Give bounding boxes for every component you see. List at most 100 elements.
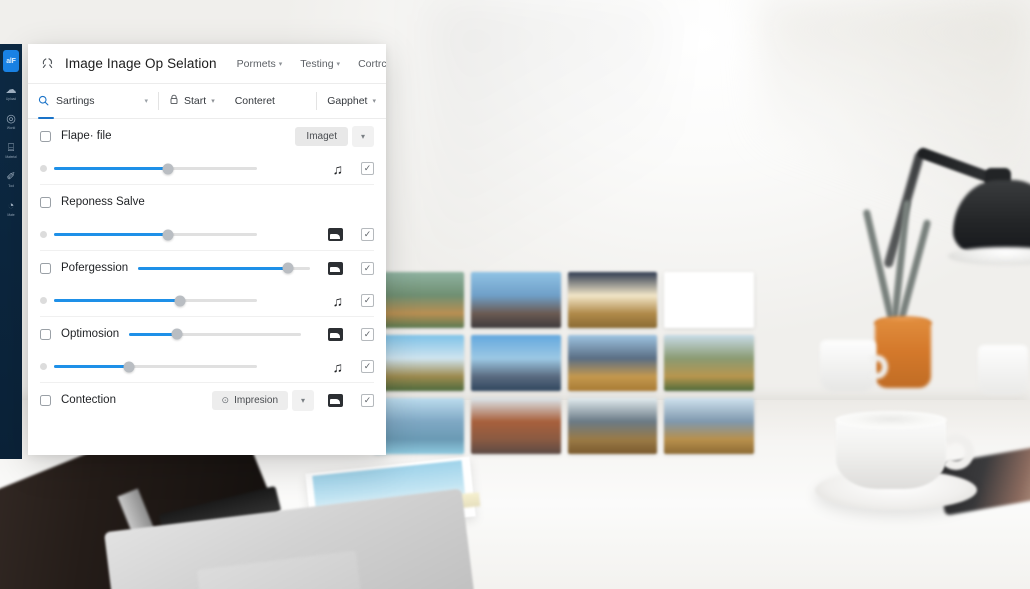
row-enable-checkbox[interactable]	[40, 196, 51, 208]
row-checkbox[interactable]: ✓	[361, 261, 374, 275]
slider-knob[interactable]	[123, 361, 135, 372]
row-enable-checkbox[interactable]	[40, 394, 51, 406]
row-bullet	[40, 165, 47, 172]
sidebar-item-world[interactable]: ◎ World	[0, 113, 22, 130]
menu-item-testing[interactable]: Testing ▾	[300, 58, 340, 70]
gapphet-label: Gapphet	[327, 95, 368, 107]
layers-icon: ⌸	[7, 142, 15, 154]
menu-item-label: Pormets	[236, 57, 276, 70]
value-slider[interactable]	[54, 361, 257, 372]
photo-tile[interactable]	[664, 272, 754, 328]
coffee-cup-rim	[835, 411, 947, 429]
photo-tile[interactable]	[567, 335, 658, 391]
photo-tile[interactable]	[664, 335, 754, 391]
image-icon[interactable]	[328, 393, 343, 407]
slider-knob[interactable]	[174, 295, 186, 306]
photo-tile[interactable]	[567, 398, 658, 454]
globe-icon: ◎	[6, 113, 16, 125]
sidebar-brand-badge[interactable]: alF	[3, 50, 19, 72]
image-icon[interactable]	[328, 228, 343, 241]
row-enable-checkbox[interactable]	[40, 328, 51, 340]
sidebar-item-list: ☁ Upload ◎ World ⌸ Material ✐ Tool ◔ Mate	[0, 84, 22, 217]
slider-row: ♫ ✓	[28, 153, 386, 184]
value-slider[interactable]	[54, 295, 257, 306]
bracket-logo-icon	[40, 54, 55, 74]
sidebar-item-material[interactable]: ⌸ Material	[0, 142, 22, 159]
wall-shadow-left	[430, 0, 670, 300]
search-label: Sartings	[56, 95, 95, 107]
photo-tile[interactable]	[374, 335, 464, 391]
music-note-icon[interactable]: ♫	[333, 294, 344, 308]
content-button[interactable]: Conteret	[225, 95, 285, 107]
image-icon[interactable]	[328, 261, 343, 275]
active-tab-underline	[38, 116, 54, 119]
chevron-down-icon[interactable]: ▾	[337, 60, 341, 68]
photo-grid	[374, 272, 754, 454]
type-badge[interactable]: Imaget	[295, 126, 348, 146]
settings-row: Contection ⊙ Impresion ▾ ✓	[28, 383, 386, 417]
photo-tile[interactable]	[470, 398, 561, 454]
pencil-cup	[875, 320, 931, 388]
gapphet-menu-button[interactable]: Gapphet ▾	[317, 95, 386, 107]
mug-left-handle	[866, 355, 888, 379]
row-checkbox[interactable]: ✓	[361, 327, 374, 341]
row-checkbox[interactable]: ✓	[361, 393, 374, 407]
image-icon[interactable]	[328, 327, 343, 341]
chevron-down-icon[interactable]: ▾	[211, 97, 215, 105]
slider-knob[interactable]	[162, 163, 174, 174]
music-note-icon[interactable]: ♫	[333, 162, 344, 176]
window-titlebar: Image Inage Op Selation Pormets ▾ Testing ▾…	[28, 44, 386, 84]
sidebar-item-label: Tool	[8, 184, 14, 188]
value-slider[interactable]	[54, 163, 257, 174]
slider-fill	[54, 365, 130, 368]
photo-tile[interactable]	[567, 272, 658, 328]
menu-item-cortrcls[interactable]: Cortrcls	[358, 58, 386, 70]
chevron-down-icon[interactable]: ▾	[372, 97, 376, 105]
settings-row: Reponess Salve	[28, 185, 386, 219]
row-enable-checkbox[interactable]	[40, 262, 51, 274]
photo-tile[interactable]	[470, 272, 561, 328]
sidebar-item-mate[interactable]: ◔ Mate	[0, 200, 22, 217]
slider-fill	[54, 233, 168, 236]
row-icon-group: ♫ ✓	[319, 294, 374, 308]
photo-tile[interactable]	[664, 398, 754, 454]
row-checkbox[interactable]: ✓	[361, 360, 374, 373]
slider-knob[interactable]	[282, 262, 294, 274]
slider-fill	[129, 332, 178, 336]
chevron-down-icon[interactable]: ▾	[279, 60, 283, 68]
row-checkbox[interactable]: ✓	[361, 294, 374, 307]
slider-knob[interactable]	[162, 229, 174, 240]
row-checkbox[interactable]: ✓	[361, 162, 374, 175]
search-input[interactable]: Sartings ▾	[28, 84, 158, 119]
sidebar-item-label: Material	[5, 155, 17, 159]
sidebar-item-upload[interactable]: ☁ Upload	[0, 84, 22, 101]
row-bullet	[40, 231, 47, 238]
settings-row: Optimosion ✓	[28, 317, 386, 351]
row-label: Pofergession	[61, 262, 129, 274]
row-checkbox[interactable]: ✓	[361, 228, 374, 241]
impresion-button[interactable]: ⊙ Impresion	[211, 390, 288, 410]
photo-tile[interactable]	[470, 335, 561, 391]
value-slider[interactable]	[54, 229, 257, 240]
value-slider[interactable]	[129, 328, 302, 340]
photo-tile[interactable]	[374, 398, 464, 454]
sidebar-item-tool[interactable]: ✐ Tool	[0, 171, 22, 188]
photo-tile[interactable]	[374, 272, 464, 328]
target-icon: ⊙	[221, 394, 230, 405]
start-menu-button[interactable]: Start ▾	[159, 94, 225, 108]
row-label: Contection	[61, 394, 116, 406]
lock-icon	[169, 94, 179, 108]
chevron-down-icon[interactable]: ▾	[352, 125, 374, 147]
music-note-icon[interactable]: ♫	[333, 360, 344, 374]
app-window: Image Inage Op Selation Pormets ▾ Testing ▾…	[28, 44, 386, 455]
slider-knob[interactable]	[171, 328, 183, 340]
slider-row: ♫ ✓	[28, 351, 386, 382]
toolbar: Sartings ▾ Start ▾ Conteret Gapphet ▾	[28, 84, 386, 119]
row-enable-checkbox[interactable]	[40, 130, 51, 142]
row-label: Flape· file	[61, 130, 112, 142]
menu-item-pormets[interactable]: Pormets ▾	[237, 58, 283, 70]
chevron-down-icon[interactable]: ▾	[292, 389, 314, 411]
chevron-down-icon[interactable]: ▾	[144, 97, 148, 105]
row-label: Optimosion	[61, 328, 120, 340]
value-slider[interactable]	[138, 262, 311, 274]
